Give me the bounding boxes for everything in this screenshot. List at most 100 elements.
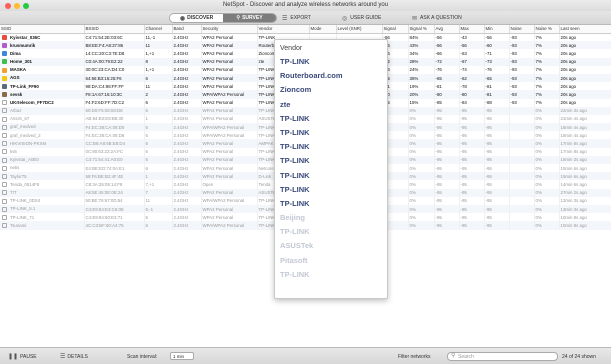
row-checkbox[interactable] bbox=[2, 149, 7, 155]
row-checkbox[interactable] bbox=[2, 223, 7, 229]
band-cell: 2.4GHz bbox=[172, 196, 202, 205]
dropdown-item[interactable]: Pitasoft bbox=[275, 254, 387, 268]
scan-interval-select[interactable]: 1 min bbox=[170, 352, 194, 360]
search-input[interactable]: Search bbox=[447, 352, 558, 361]
noise-pct-cell: 0% bbox=[534, 114, 560, 124]
column-header[interactable]: Min bbox=[484, 25, 510, 34]
noise-pct-cell: 7% bbox=[534, 98, 560, 107]
row-checkbox[interactable] bbox=[2, 108, 7, 114]
row-checkbox[interactable] bbox=[2, 173, 7, 179]
noise-cell bbox=[509, 204, 535, 214]
dropdown-item[interactable]: Beijing bbox=[275, 211, 387, 225]
last-seen-cell: 20s ago bbox=[559, 65, 611, 74]
row-checkbox[interactable] bbox=[2, 133, 7, 139]
noise-pct-cell: 0% bbox=[534, 180, 560, 189]
column-header[interactable]: Noise % bbox=[534, 25, 560, 34]
column-header[interactable]: Signal % bbox=[408, 25, 435, 34]
last-seen-cell: 14min 6s ago bbox=[559, 180, 611, 189]
dropdown-item[interactable]: zte bbox=[275, 98, 387, 112]
signal-pct-cell: 0% bbox=[408, 106, 435, 115]
discover-label: DISCOVER bbox=[187, 15, 214, 21]
security-cell: WPA2 Personal bbox=[201, 114, 258, 124]
row-checkbox[interactable] bbox=[2, 190, 7, 196]
security-cell: WPA2 Personal bbox=[201, 213, 258, 222]
dropdown-item[interactable]: TP-LINK bbox=[275, 140, 387, 154]
dropdown-item[interactable]: TP-LINK bbox=[275, 55, 387, 69]
row-checkbox[interactable] bbox=[2, 59, 7, 65]
user-guide-button[interactable]: ◎ USER GUIDE bbox=[342, 13, 381, 23]
dropdown-item[interactable]: Routerboard.com bbox=[275, 69, 387, 83]
column-header[interactable]: SSID bbox=[0, 25, 85, 34]
dropdown-item[interactable]: TP-LINK bbox=[275, 154, 387, 168]
column-header[interactable]: Avg bbox=[434, 25, 460, 34]
column-header[interactable]: Last seen bbox=[559, 25, 611, 34]
min-cell: -95 bbox=[484, 180, 510, 189]
bssid-cell: C4:71:54:41:A0:E0 bbox=[84, 155, 145, 164]
row-checkbox[interactable] bbox=[2, 198, 7, 204]
row-checkbox[interactable] bbox=[2, 83, 7, 89]
ask-question-button[interactable]: ✉ ASK A QUESTION bbox=[412, 13, 462, 23]
dropdown-item[interactable]: TP-LINK bbox=[275, 112, 387, 126]
row-checkbox[interactable] bbox=[2, 214, 7, 220]
minimize-window-button[interactable] bbox=[14, 3, 20, 9]
security-cell: WPA2 Personal bbox=[201, 98, 258, 107]
avg-cell: -95 bbox=[434, 172, 460, 181]
row-checkbox[interactable] bbox=[2, 141, 7, 147]
column-header[interactable]: Band bbox=[172, 25, 202, 34]
row-checkbox[interactable] bbox=[2, 92, 7, 98]
row-checkbox[interactable] bbox=[2, 157, 7, 163]
discover-button[interactable]: ◉ DISCOVER bbox=[170, 14, 223, 22]
row-checkbox[interactable] bbox=[2, 206, 7, 212]
pin-icon: ⚲ bbox=[236, 15, 241, 21]
last-seen-cell: 20s ago bbox=[559, 33, 611, 42]
row-checkbox[interactable] bbox=[2, 116, 7, 122]
row-checkbox[interactable] bbox=[2, 51, 7, 57]
noise-pct-cell: 0% bbox=[534, 106, 560, 115]
dropdown-item[interactable]: TP-LINK bbox=[275, 126, 387, 140]
dropdown-item[interactable]: TP-LINK bbox=[275, 268, 387, 282]
close-window-button[interactable] bbox=[5, 3, 11, 9]
dropdown-item[interactable]: TP-LINK bbox=[275, 225, 387, 239]
column-header[interactable]: Noise bbox=[509, 25, 535, 34]
ssid-cell: UKrtelecom_FF7DC2 bbox=[0, 98, 85, 107]
maximize-window-button[interactable] bbox=[23, 3, 29, 9]
column-header[interactable]: BSSID bbox=[84, 25, 145, 34]
row-checkbox[interactable] bbox=[2, 182, 7, 188]
row-checkbox[interactable] bbox=[2, 35, 7, 41]
column-header[interactable]: Signal bbox=[382, 25, 409, 34]
details-icon: ☰ bbox=[60, 354, 66, 360]
row-checkbox[interactable] bbox=[2, 100, 7, 106]
dropdown-item[interactable]: TP-LINK bbox=[275, 197, 387, 211]
noise-pct-cell: 7% bbox=[534, 73, 560, 83]
row-checkbox[interactable] bbox=[2, 165, 7, 171]
vendor-dropdown[interactable]: Vendor TP-LINK Routerboard.com Zioncom zte T… bbox=[274, 39, 388, 299]
export-button[interactable]: ☰ EXPORT bbox=[282, 13, 311, 23]
dropdown-item[interactable]: Zioncom bbox=[275, 83, 387, 97]
dropdown-item[interactable]: TP-LINK bbox=[275, 169, 387, 183]
security-cell: WPA2 Personal bbox=[201, 33, 258, 42]
row-checkbox[interactable] bbox=[2, 42, 7, 48]
column-header[interactable]: Vendor bbox=[257, 25, 310, 34]
column-header[interactable]: Max bbox=[459, 25, 485, 34]
ssid-cell: TP-Link_FF90 bbox=[0, 82, 85, 91]
pause-button[interactable]: ❚❚ PAUSE bbox=[8, 352, 37, 361]
dropdown-item[interactable]: ASUSTek bbox=[275, 239, 387, 253]
security-cell: WPA/WPA2 Personal bbox=[201, 131, 258, 140]
noise-pct-cell: 7% bbox=[534, 41, 560, 50]
column-header[interactable]: Level (SNR) bbox=[336, 25, 383, 34]
column-header[interactable]: Mode bbox=[309, 25, 337, 34]
survey-button[interactable]: ⚲ SURVEY bbox=[223, 14, 276, 22]
signal-pct-cell: 0% bbox=[408, 196, 435, 205]
column-header[interactable]: Security bbox=[201, 25, 258, 34]
ssid-text: sevsk bbox=[10, 91, 23, 97]
column-header[interactable]: Channel bbox=[144, 25, 173, 34]
row-checkbox[interactable] bbox=[2, 124, 7, 130]
row-checkbox[interactable] bbox=[2, 75, 7, 81]
noise-pct-cell: 7% bbox=[534, 82, 560, 91]
row-checkbox[interactable] bbox=[2, 67, 7, 73]
max-cell: -43 bbox=[459, 33, 485, 42]
details-button[interactable]: ☰ DETAILS bbox=[60, 352, 88, 361]
bssid-cell: C4:E9:84:E3:C6:0E bbox=[84, 204, 145, 214]
dropdown-item[interactable]: TP-LINK bbox=[275, 183, 387, 197]
channel-cell: 6 bbox=[144, 164, 173, 173]
